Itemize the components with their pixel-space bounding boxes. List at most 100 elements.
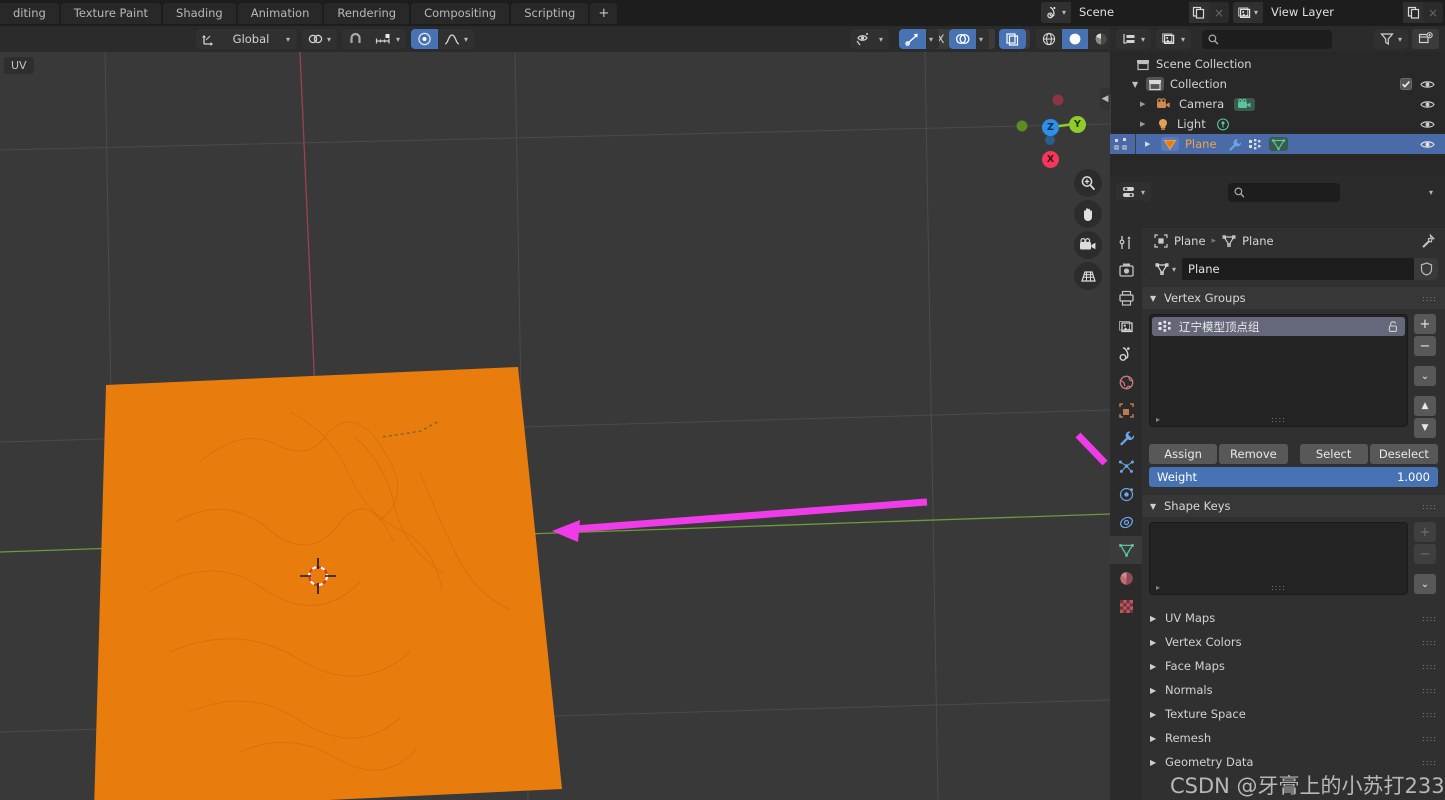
panel-grip[interactable]: ::::	[1422, 502, 1437, 511]
outliner-row-light[interactable]: ▶ Light	[1110, 114, 1445, 134]
panel-grip[interactable]: ::::	[1422, 294, 1437, 303]
tab-object-data[interactable]	[1110, 536, 1142, 564]
remove-view-layer-button[interactable]: ×	[1423, 2, 1443, 23]
assign-button[interactable]: Assign	[1149, 444, 1218, 464]
panel-grip[interactable]: ::::	[1422, 614, 1437, 623]
panel-grip[interactable]: ::::	[1422, 686, 1437, 695]
panel-header-geometry-data[interactable]: ▶ Geometry Data ::::	[1142, 750, 1445, 774]
panel-header-vertex-colors[interactable]: ▶ Vertex Colors ::::	[1142, 630, 1445, 654]
overlays-icon[interactable]	[949, 29, 977, 49]
vertex-group-item[interactable]: 辽宁模型顶点组	[1152, 317, 1405, 336]
magnet-group[interactable]: ▾	[342, 29, 407, 49]
panel-header-remesh[interactable]: ▶ Remesh ::::	[1142, 726, 1445, 750]
expand-triangle-icon[interactable]: ▶	[1150, 662, 1158, 671]
workspace-tab-5[interactable]: Compositing	[411, 2, 510, 24]
transform-orientation-dropdown[interactable]: Global ▾	[196, 29, 298, 49]
gizmo-axis-x[interactable]: X	[1042, 151, 1059, 168]
tab-view-layer[interactable]	[1110, 312, 1142, 340]
list-options-triangle[interactable]: ▸	[1156, 415, 1161, 424]
panel-header-texture-space[interactable]: ▶ Texture Space ::::	[1142, 702, 1445, 726]
scene-name[interactable]: Scene	[1070, 2, 1189, 23]
tab-scene[interactable]	[1110, 340, 1142, 368]
gizmo-axis-z[interactable]: Z	[1042, 119, 1059, 136]
panel-header-shape-keys[interactable]: ▼ Shape Keys ::::	[1142, 495, 1445, 517]
light-object-data-icon[interactable]	[1216, 117, 1230, 131]
filter-id-icon[interactable]: ▾	[1156, 29, 1191, 49]
shape-key-list[interactable]: ▸::::	[1149, 522, 1408, 595]
camera-object-data-icon[interactable]	[1234, 97, 1256, 111]
panel-grip[interactable]: ::::	[1422, 710, 1437, 719]
pin-icon[interactable]	[1421, 234, 1435, 248]
properties-editor-type-dropdown[interactable]: ▾	[1116, 182, 1152, 202]
properties-search-input[interactable]	[1228, 182, 1341, 202]
solid-icon[interactable]	[1062, 29, 1089, 49]
workspace-tab-4[interactable]: Rendering	[324, 2, 410, 24]
magnet-icon[interactable]	[342, 29, 369, 49]
workspace-tab-1[interactable]: Texture Paint	[60, 2, 162, 24]
tab-tool[interactable]	[1110, 228, 1142, 256]
view-layer-name[interactable]: View Layer	[1263, 2, 1403, 23]
deselect-button[interactable]: Deselect	[1369, 444, 1438, 464]
outliner-filter-id-dropdown[interactable]: ▾	[1156, 29, 1192, 49]
scene-selector[interactable]: ▾ Scene ×	[1040, 2, 1229, 23]
vertex-group-list[interactable]: 辽宁模型顶点组 ▸::::	[1149, 314, 1408, 427]
properties-options-dropdown[interactable]: ▾	[1423, 182, 1439, 202]
workspace-tab-2[interactable]: Shading	[163, 2, 236, 24]
expand-triangle-icon[interactable]: ▶	[1145, 140, 1161, 148]
expand-triangle-icon[interactable]: ▶	[1150, 734, 1158, 743]
fake-user-icon[interactable]	[1414, 258, 1438, 280]
outliner-row-scene-collection[interactable]: Scene Collection	[1110, 54, 1445, 74]
new-view-layer-button[interactable]	[1403, 2, 1423, 23]
zoom-icon[interactable]	[1074, 169, 1102, 197]
collection-checkbox[interactable]	[1400, 78, 1412, 90]
outliner-display-mode-icon[interactable]: ▾	[1116, 29, 1151, 49]
shape-key-specials-button[interactable]: ⌄	[1414, 574, 1436, 594]
properties-tab-column[interactable]	[1110, 200, 1142, 800]
move-vertex-group-down-button[interactable]: ▼	[1414, 418, 1436, 438]
outliner-row-collection[interactable]: ▼ Collection	[1110, 74, 1445, 94]
overlays-dropdown[interactable]: ▾	[949, 29, 990, 49]
snap-icon[interactable]: ▾	[302, 29, 337, 49]
xray-toggle[interactable]	[999, 29, 1027, 49]
gizmo-dropdown[interactable]: ▾	[899, 29, 940, 49]
expand-triangle-icon[interactable]: ▶	[1150, 710, 1158, 719]
tab-render[interactable]	[1110, 256, 1142, 284]
panel-grip[interactable]: ::::	[1422, 662, 1437, 671]
breadcrumb-object[interactable]: Plane	[1174, 234, 1206, 248]
add-vertex-group-button[interactable]: +	[1414, 314, 1436, 334]
expand-triangle-icon[interactable]: ▶	[1140, 100, 1156, 108]
panel-header-normals[interactable]: ▶ Normals ::::	[1142, 678, 1445, 702]
view-layer-icon[interactable]: ▾	[1232, 2, 1263, 23]
expand-triangle-icon[interactable]: ▼	[1132, 80, 1146, 89]
show-gizmo-icon[interactable]	[850, 29, 878, 49]
panel-grip[interactable]: ::::	[1422, 734, 1437, 743]
modifier-wrench-icon[interactable]	[1227, 138, 1242, 151]
outliner-search-input[interactable]	[1202, 29, 1333, 49]
properties-body[interactable]: Plane ▸ Plane ▾ Plane ▼ Vertex Groups::…	[1142, 228, 1445, 800]
outliner-row-plane[interactable]: ▶ Plane	[1110, 134, 1445, 154]
outliner[interactable]: Scene Collection ▼ Collection ▶ Camera ▶…	[1110, 52, 1445, 176]
unlocked-icon[interactable]	[1387, 320, 1400, 333]
visibility-eye-icon[interactable]	[1420, 99, 1435, 110]
expand-triangle-icon[interactable]: ▶	[1150, 758, 1158, 767]
panel-header-face-maps[interactable]: ▶ Face Maps ::::	[1142, 654, 1445, 678]
expand-triangle-icon[interactable]: ▶	[1150, 614, 1158, 623]
tab-modifiers[interactable]	[1110, 424, 1142, 452]
remove-shape-key-button[interactable]: −	[1414, 544, 1436, 564]
visibility-eye-icon[interactable]	[1420, 119, 1435, 130]
tab-object[interactable]	[1110, 396, 1142, 424]
tab-material[interactable]	[1110, 564, 1142, 592]
expand-triangle-icon[interactable]: ▶	[1150, 686, 1158, 695]
view-layer-selector[interactable]: ▾ View Layer ×	[1232, 2, 1443, 23]
vertex-group-specials-button[interactable]: ⌄	[1414, 366, 1436, 386]
orthographic-toggle-icon[interactable]	[1074, 262, 1102, 290]
expand-triangle-icon[interactable]: ▶	[1140, 120, 1156, 128]
select-button[interactable]: Select	[1299, 444, 1368, 464]
list-resize-grip[interactable]: ▸::::	[1150, 415, 1407, 424]
outliner-row-camera[interactable]: ▶ Camera	[1110, 94, 1445, 114]
mesh-data-browse-icon[interactable]: ▾	[1149, 258, 1183, 280]
gizmo-axis-y[interactable]: Y	[1069, 116, 1086, 133]
expand-triangle-icon[interactable]: ▼	[1150, 294, 1158, 303]
mesh-datablock-name[interactable]: Plane	[1182, 262, 1414, 276]
tab-physics[interactable]	[1110, 480, 1142, 508]
